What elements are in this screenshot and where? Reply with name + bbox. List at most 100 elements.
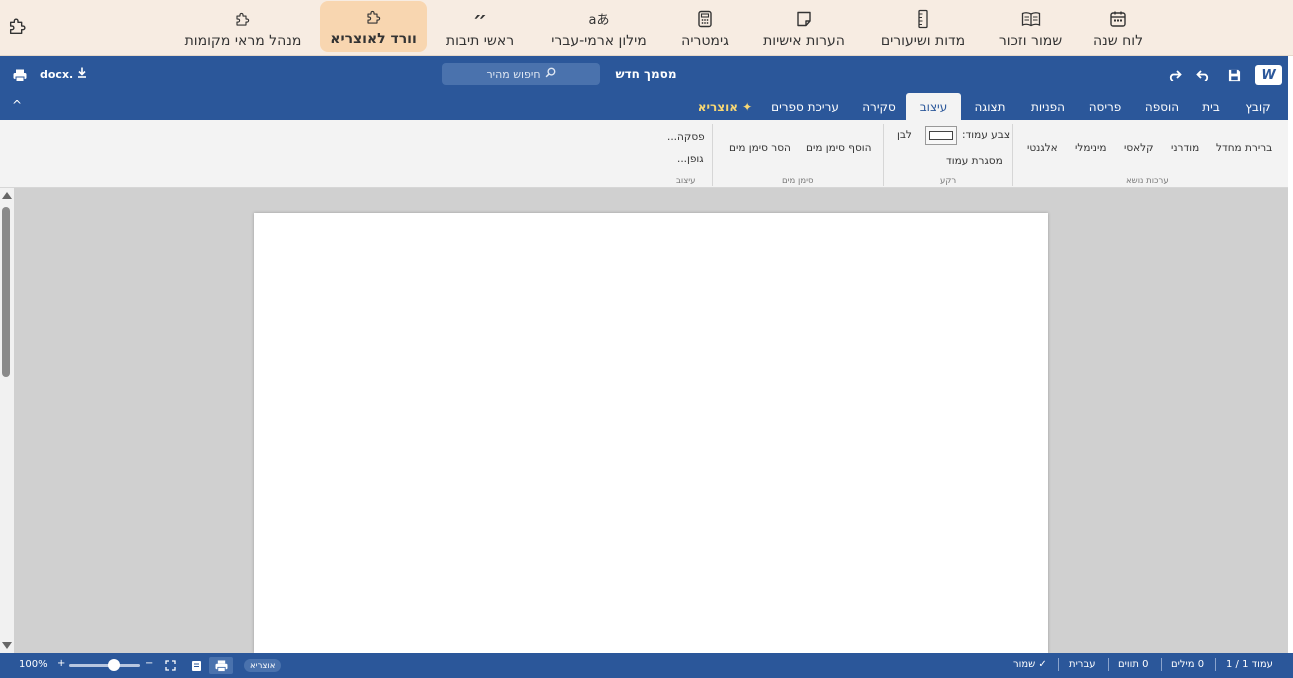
quick-search-input[interactable]: חיפוש מהיר xyxy=(442,63,600,85)
char-count: 0 תווים xyxy=(1118,659,1149,670)
calendar-tool[interactable]: לוח שנה xyxy=(1079,0,1157,56)
status-divider xyxy=(1058,658,1059,671)
group-label-themes: ערכות נושא xyxy=(1126,176,1169,186)
dictionary-tool[interactable]: aあ מילון ארמי-עברי xyxy=(547,0,651,56)
tool-label: שמור וזכור xyxy=(998,32,1063,49)
design-ribbon xyxy=(0,120,1293,188)
tab-book-editing[interactable]: עריכת ספרים xyxy=(770,94,840,120)
tab-layout[interactable]: פריסה xyxy=(1086,94,1124,120)
group-label-background: רקע xyxy=(940,176,957,186)
zoom-slider[interactable] xyxy=(69,664,140,667)
tab-design[interactable]: עיצוב xyxy=(906,93,961,120)
redo-icon[interactable] xyxy=(1167,67,1183,83)
word-logo-icon: W xyxy=(1255,65,1282,85)
language-indicator[interactable]: עברית xyxy=(1069,659,1096,670)
app-toolbar: לוח שנה שמור וזכור מדות ושיעורים הערות א… xyxy=(0,0,1293,56)
tool-label: מנהל מראי מקומות xyxy=(184,32,302,49)
ribbon-divider xyxy=(883,124,884,186)
calculator-icon xyxy=(694,8,716,30)
save-icon[interactable] xyxy=(1226,67,1242,83)
status-divider xyxy=(1161,658,1162,671)
calendar-icon xyxy=(1107,8,1129,30)
download-icon xyxy=(77,67,87,81)
ribbon-divider xyxy=(1012,124,1013,186)
paragraph-button[interactable]: פסקה... xyxy=(667,131,705,143)
word-to-otzaria-tool[interactable]: וורד לאוצריא xyxy=(320,1,427,52)
tab-home[interactable]: בית xyxy=(1198,94,1224,120)
book-icon xyxy=(1020,8,1042,30)
scroll-down-icon[interactable] xyxy=(2,642,12,649)
document-page[interactable] xyxy=(254,213,1048,653)
ribbon-divider xyxy=(712,124,713,186)
group-label-format: עיצוב xyxy=(676,176,696,186)
theme-classic[interactable]: קלאסי xyxy=(1124,142,1154,154)
page-color-swatch[interactable] xyxy=(925,126,957,145)
download-docx-button[interactable]: docx. xyxy=(40,67,87,81)
add-watermark-button[interactable]: הוסף סימן מים xyxy=(806,142,872,154)
zoom-in-button[interactable]: + xyxy=(57,658,65,669)
measures-tool[interactable]: מדות ושיעורים xyxy=(878,0,968,56)
status-divider xyxy=(1215,658,1216,671)
tab-file[interactable]: קובץ xyxy=(1242,94,1274,120)
tool-label: הערות אישיות xyxy=(763,32,845,49)
tab-references[interactable]: הפניות xyxy=(1027,94,1069,120)
ruler-icon xyxy=(912,8,934,30)
vertical-scrollbar[interactable] xyxy=(0,188,14,653)
status-divider xyxy=(1108,658,1109,671)
tool-label: וורד לאוצריא xyxy=(330,31,417,47)
otzaria-badge[interactable]: אוצריא xyxy=(244,659,282,672)
theme-modern[interactable]: מודרני xyxy=(1171,142,1199,154)
tool-label: מדות ושיעורים xyxy=(880,32,966,49)
page-count: עמוד 1 / 1 xyxy=(1226,659,1273,670)
zoom-out-button[interactable]: − xyxy=(145,658,153,669)
undo-icon[interactable] xyxy=(1195,67,1211,83)
save-status: ✓ שמור xyxy=(1013,659,1047,670)
gematria-tool[interactable]: גימטריה xyxy=(676,0,734,56)
theme-elegant[interactable]: אלגנטי xyxy=(1027,142,1058,154)
print-layout-icon[interactable] xyxy=(209,657,233,674)
references-manager-tool[interactable]: מנהל מראי מקומות xyxy=(183,0,303,56)
quote-icon: ״ xyxy=(472,6,488,31)
tool-label: ראשי תיבות xyxy=(445,32,515,49)
zoom-level[interactable]: 100% xyxy=(19,659,48,670)
swatch-color-icon xyxy=(929,131,953,140)
tab-otzaria[interactable]: ✦ אוצריא xyxy=(698,94,752,120)
page-border-button[interactable]: מסגרת עמוד xyxy=(946,155,1003,167)
tab-view[interactable]: תצוגה xyxy=(971,94,1009,120)
page-color-name: לבן xyxy=(897,129,912,141)
tab-review[interactable]: סקירה xyxy=(860,94,898,120)
zoom-slider-handle[interactable] xyxy=(108,659,120,671)
scroll-thumb[interactable] xyxy=(2,207,10,377)
theme-minimal[interactable]: מינימלי xyxy=(1075,142,1106,154)
search-icon xyxy=(545,67,556,81)
ribbon-tabs: קובץ בית הוספה פריסה הפניות תצוגה עיצוב … xyxy=(0,93,1293,120)
puzzle-icon xyxy=(232,8,254,30)
remember-tool[interactable]: שמור וזכור xyxy=(992,0,1069,56)
read-mode-icon[interactable] xyxy=(189,658,204,673)
extensions-puzzle-icon[interactable] xyxy=(7,15,29,37)
group-label-watermark: סימן מים xyxy=(782,176,814,186)
tool-label: מילון ארמי-עברי xyxy=(551,32,647,49)
document-title[interactable]: מסמך חדש xyxy=(615,67,676,81)
page-color-label: צבע עמוד: xyxy=(962,129,1011,141)
word-count: 0 מילים xyxy=(1171,659,1205,670)
translate-icon: aあ xyxy=(588,13,610,28)
download-label: docx. xyxy=(40,67,74,81)
remove-watermark-button[interactable]: הסר סימן מים xyxy=(729,142,791,154)
notes-tool[interactable]: הערות אישיות xyxy=(759,0,849,56)
print-icon[interactable] xyxy=(11,67,27,83)
collapse-ribbon-button[interactable]: ^ xyxy=(12,98,22,112)
status-bar: עמוד 1 / 1 0 מילים 0 תווים עברית ✓ שמור … xyxy=(0,653,1293,678)
font-button[interactable]: גופן... xyxy=(677,153,704,165)
tab-insert[interactable]: הוספה xyxy=(1143,94,1181,120)
fullscreen-icon[interactable] xyxy=(163,658,178,673)
acronyms-tool[interactable]: ״ ראשי תיבות xyxy=(440,0,520,56)
theme-default[interactable]: ברירת מחדל xyxy=(1216,142,1272,154)
scroll-up-icon[interactable] xyxy=(2,192,12,199)
sticky-note-icon xyxy=(793,8,815,30)
document-title-bar: W מסמך חדש חיפוש מהיר docx. xyxy=(0,56,1293,94)
tool-label: גימטריה xyxy=(681,32,729,49)
search-placeholder: חיפוש מהיר xyxy=(486,67,541,81)
tool-label: לוח שנה xyxy=(1092,32,1144,49)
window-edge xyxy=(1288,56,1293,678)
